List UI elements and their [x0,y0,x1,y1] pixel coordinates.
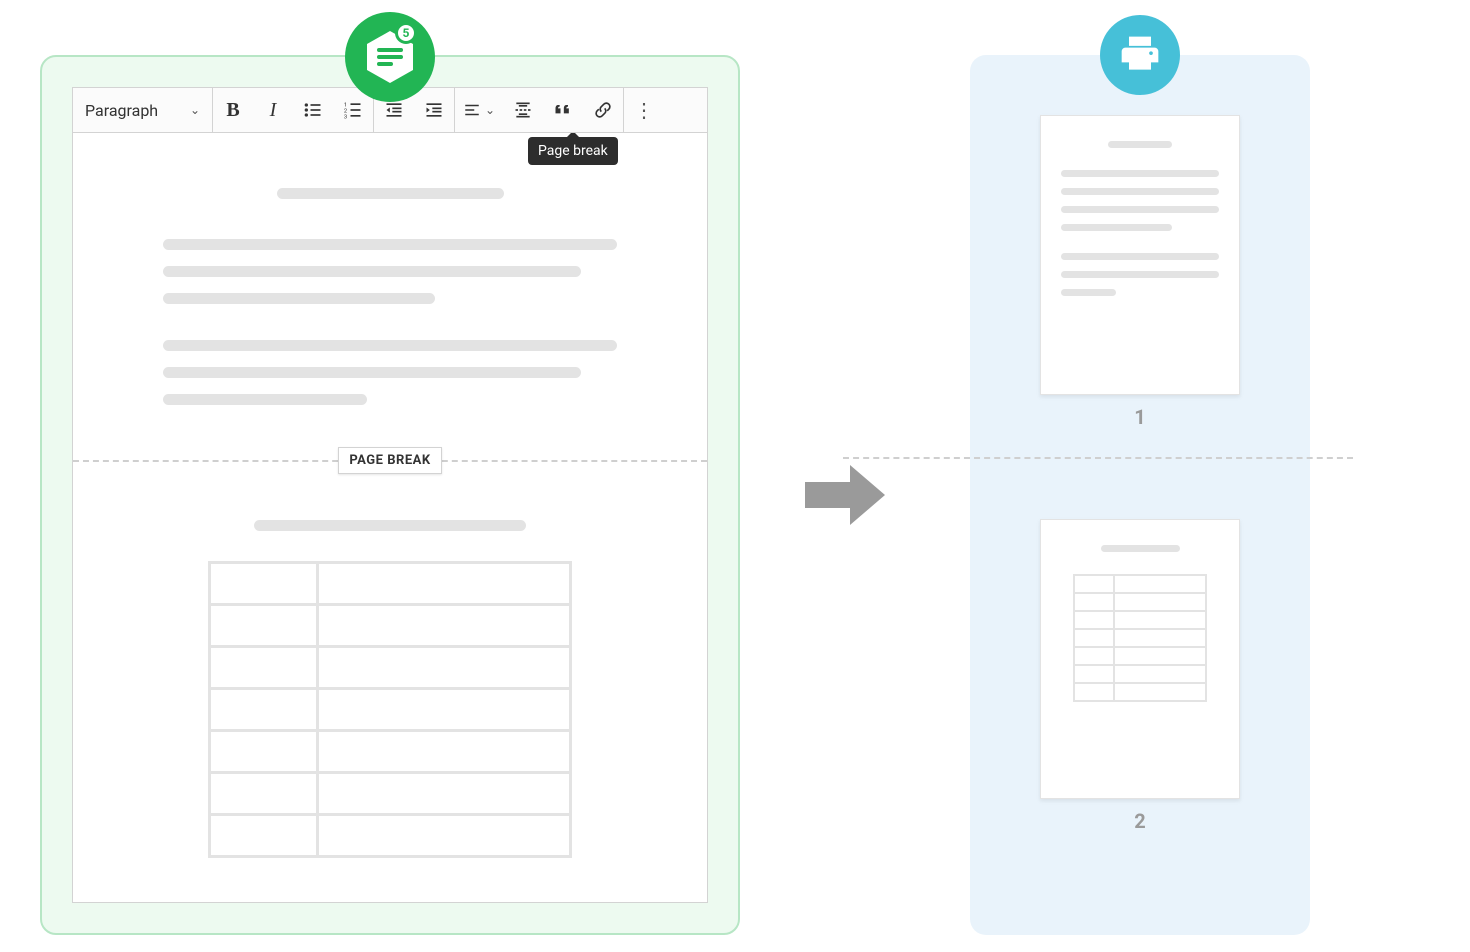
ckeditor-badge: 5 [345,12,435,102]
page-thumbnail-2[interactable] [1040,519,1240,799]
align-insert-group: ⌄ [455,88,624,132]
decrease-indent-icon [384,100,404,120]
page-break-label: PAGE BREAK [338,447,441,474]
paragraph-style-dropdown[interactable]: Paragraph ⌄ [73,88,213,132]
bulleted-list-button[interactable] [293,88,333,132]
page-break-tooltip: Page break [528,137,618,165]
bold-button[interactable]: B [213,88,253,132]
placeholder-heading [254,520,526,531]
italic-button[interactable]: I [253,88,293,132]
paragraph-style-label: Paragraph [85,101,158,120]
page-number-1: 1 [1134,405,1145,429]
placeholder-heading [277,188,504,199]
page-thumbnail-1[interactable] [1040,115,1240,395]
placeholder-line [1061,271,1219,278]
vertical-dots-icon: ⋮ [634,98,654,122]
format-group: B I 123 [213,88,374,132]
bulleted-list-icon [303,100,323,120]
placeholder-line [163,266,581,277]
placeholder-line [1108,141,1171,148]
page-break-indicator[interactable]: PAGE BREAK [73,445,707,475]
page-divider [843,457,1353,459]
placeholder-line [1061,206,1219,213]
print-preview-panel: 1 2 [970,55,1310,935]
more-options-button[interactable]: ⋮ [624,88,664,132]
arrow-right-icon [800,460,890,530]
numbered-list-icon: 123 [343,100,363,120]
printer-icon [1118,33,1162,77]
placeholder-line [163,367,581,378]
page-break-icon [513,100,533,120]
editor-canvas[interactable]: Page break PAGE BREAK [72,133,708,903]
svg-text:3: 3 [344,114,347,120]
quote-icon [553,100,573,120]
link-icon [593,100,613,120]
page-break-button[interactable] [503,88,543,132]
placeholder-line [1061,289,1116,296]
increase-indent-icon [424,100,444,120]
chevron-down-icon: ⌄ [190,103,200,117]
editor-panel: 5 Paragraph ⌄ B I 123 [40,55,740,935]
page-number-2: 2 [1134,809,1145,833]
placeholder-line [1061,170,1219,177]
version-badge: 5 [395,22,417,44]
placeholder-line [1061,224,1172,231]
placeholder-line [1061,253,1219,260]
alignment-dropdown[interactable]: ⌄ [455,88,503,132]
placeholder-line [1061,188,1219,195]
blockquote-button[interactable] [543,88,583,132]
placeholder-line [1101,545,1180,552]
document-content [73,133,707,435]
placeholder-line [163,293,435,304]
align-left-icon [463,100,481,120]
thumbnail-table [1073,574,1207,702]
placeholder-line [163,239,617,250]
increase-indent-button[interactable] [414,88,454,132]
printer-badge [1100,15,1180,95]
chevron-down-icon: ⌄ [485,103,495,117]
menu-lines-icon [377,48,403,66]
link-button[interactable] [583,88,623,132]
document-table[interactable] [208,561,571,858]
placeholder-line [163,340,617,351]
document-content-2 [73,495,707,888]
placeholder-line [163,394,367,405]
